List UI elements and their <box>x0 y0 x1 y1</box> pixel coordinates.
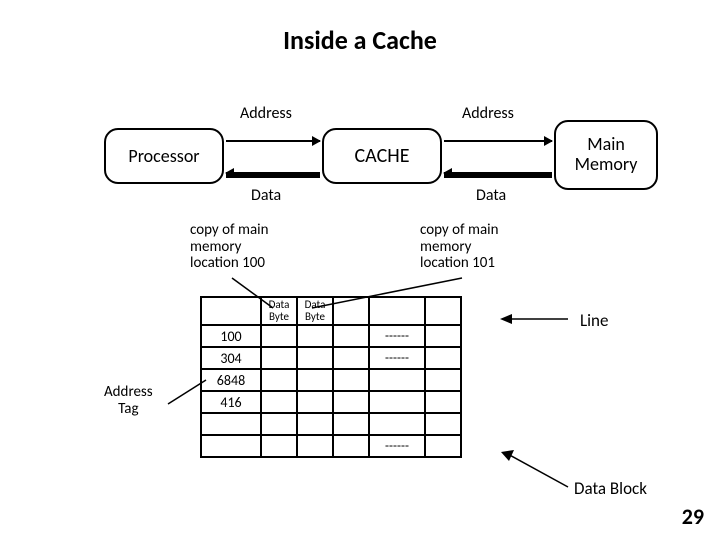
memory-box: Main Memory <box>554 120 658 190</box>
table-row <box>201 413 461 435</box>
table-row: ------ <box>201 435 461 457</box>
cache-box: CACHE <box>322 128 442 184</box>
cache-table: Data Byte Data Byte 100 ------ 304 -----… <box>200 296 462 458</box>
annot-copy-101: copy of main memory location 101 <box>420 222 499 272</box>
hdr-col3 <box>333 297 369 325</box>
arrow-proc-cache-addr <box>226 140 320 142</box>
hdr-col4 <box>369 297 425 325</box>
memory-label-line2: Memory <box>575 153 638 175</box>
hdr-tag <box>201 297 261 325</box>
processor-label: Processor <box>128 145 199 167</box>
table-row: 6848 <box>201 369 461 391</box>
table-row: 100 ------ <box>201 325 461 347</box>
cache-table-head: Data Byte Data Byte <box>201 297 461 325</box>
label-line: Line <box>580 310 608 331</box>
cache-table-body: 100 ------ 304 ------ 6848 416 <box>201 325 461 457</box>
page-number: 29 <box>682 503 704 530</box>
bus-address-left: Address <box>240 104 292 123</box>
memory-label-line1: Main <box>587 133 625 155</box>
bus-address-right: Address <box>462 104 514 123</box>
table-row: 416 <box>201 391 461 413</box>
hdr-col2: Data Byte <box>297 297 333 325</box>
bus-data-left: Data <box>251 186 281 205</box>
arrow-cache-mem-data <box>444 172 552 178</box>
hdr-col1: Data Byte <box>261 297 297 325</box>
processor-box: Processor <box>104 128 224 184</box>
slide-title: Inside a Cache <box>0 24 720 56</box>
cache-label: CACHE <box>355 144 410 168</box>
label-data-block: Data Block <box>574 478 647 499</box>
bus-data-right: Data <box>476 186 506 205</box>
arrow-cache-mem-addr <box>444 140 552 142</box>
arrow-proc-cache-data <box>226 172 320 178</box>
leader-lines <box>0 0 720 540</box>
hdr-col5 <box>425 297 461 325</box>
annot-copy-100: copy of main memory location 100 <box>190 222 269 272</box>
table-row: 304 ------ <box>201 347 461 369</box>
label-address-tag: Address Tag <box>104 384 153 417</box>
